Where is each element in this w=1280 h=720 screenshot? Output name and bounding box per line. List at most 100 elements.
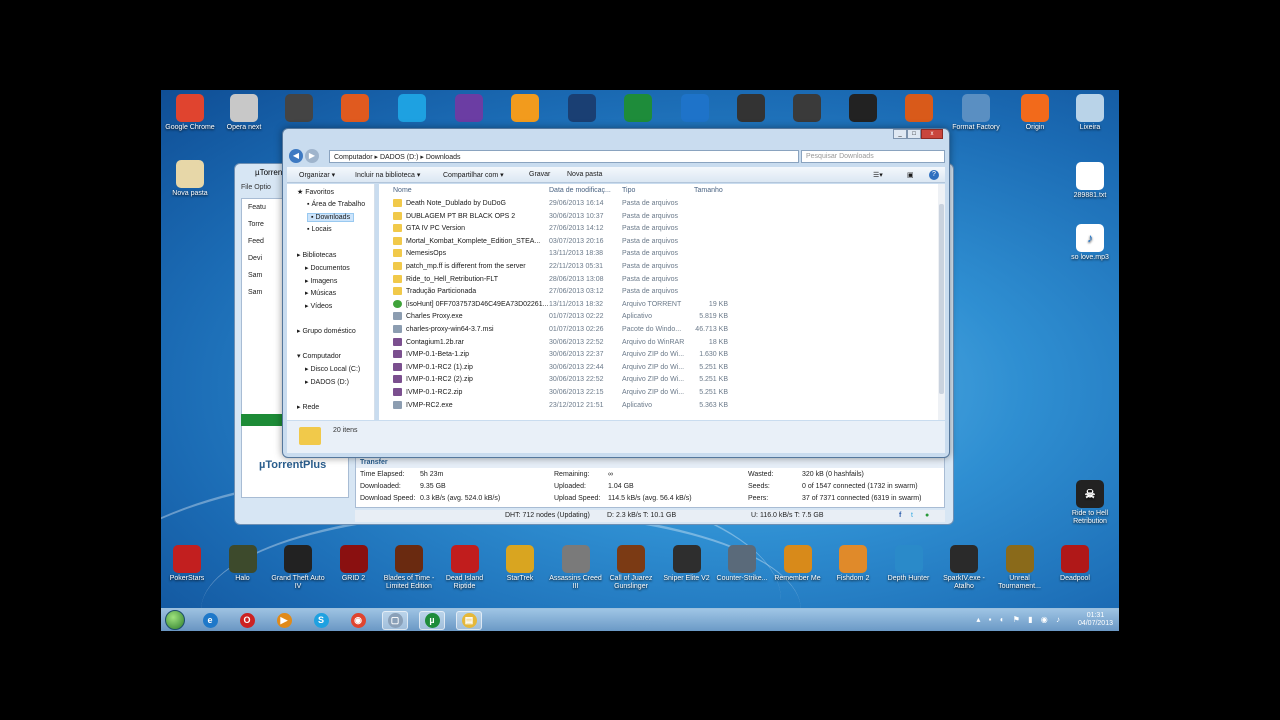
desktop-icon[interactable] (383, 94, 441, 124)
file-row[interactable]: IVMP-0.1-RC2 (2).zip 30/06/2013 22:52 Arqu… (379, 374, 939, 386)
burn-button[interactable]: Gravar (529, 171, 550, 178)
desktop-icon-game[interactable]: Counter-Strike... (713, 545, 771, 583)
desktop-icon[interactable] (778, 94, 836, 124)
scrollbar-thumb[interactable] (939, 204, 944, 394)
utorrent-icon[interactable]: µ (419, 611, 445, 630)
tree-network[interactable]: ▸ Rede (297, 403, 319, 411)
desktop-icon[interactable]: Origin (1006, 94, 1064, 132)
start-button[interactable] (165, 610, 185, 630)
address-bar[interactable]: Computador ▸ DADOS (D:) ▸ Downloads (329, 150, 799, 163)
file-row[interactable]: IVMP-0.1-Beta-1.zip 30/06/2013 22:37 Arqui… (379, 349, 939, 361)
tree-music[interactable]: ▸ Músicas (305, 289, 336, 297)
desktop-icon-mp3-file[interactable]: ♪ so love.mp3 (1061, 224, 1119, 262)
search-input[interactable]: Pesquisar Downloads (801, 150, 945, 163)
opera-icon[interactable]: O (234, 611, 260, 630)
skype-icon[interactable]: S (308, 611, 334, 630)
desktop-icon[interactable]: Format Factory (947, 94, 1005, 132)
tree-computer[interactable]: ▾ Computador (297, 352, 341, 360)
maximize-button[interactable]: □ (907, 129, 921, 139)
file-row[interactable]: IVMP-0.1-RC2.zip 30/06/2013 22:15 Arquivo … (379, 387, 939, 399)
explorer-window[interactable]: _ □ x ◀ ▶ Computador ▸ DADOS (D:) ▸ Down… (282, 128, 950, 458)
file-row[interactable]: IVMP-RC2.exe 23/12/2012 21:51 Aplicativo 5.… (379, 400, 939, 412)
scrollbar[interactable] (938, 184, 945, 420)
desktop-icon-game[interactable]: Unreal Tournament... (991, 545, 1049, 591)
column-header-size[interactable]: Tamanho (694, 187, 723, 194)
forward-arrow-icon[interactable]: ▶ (305, 149, 319, 163)
desktop-icon-game[interactable]: Halo (214, 545, 272, 583)
twitter-icon[interactable]: t (911, 512, 913, 519)
file-row[interactable]: Contagium1.2b.rar 30/06/2013 22:52 Arquivo… (379, 337, 939, 349)
column-header-type[interactable]: Tipo (622, 187, 635, 194)
desktop-icon[interactable] (496, 94, 554, 124)
breadcrumb-item[interactable]: DADOS (D:) (380, 154, 419, 161)
utorrent-plus-logo[interactable]: µTorrentPlus (259, 459, 326, 471)
tree-libraries[interactable]: ▸ Bibliotecas (297, 251, 336, 259)
file-row[interactable]: NemesisOps 13/11/2013 18:38 Pasta de arqui… (379, 248, 939, 260)
desktop-icon-game[interactable]: Blades of Time - Limited Edition (380, 545, 438, 591)
tree-desktop[interactable]: ▪ Área de Trabalho (307, 201, 365, 208)
tree-local-disk[interactable]: ▸ Disco Local (C:) (305, 365, 360, 373)
share-with-button[interactable]: Compartilhar com ▾ (443, 171, 504, 179)
file-row[interactable]: Death Note_Dublado by DuDoG 29/06/2013 16… (379, 198, 939, 210)
desktop-icon[interactable]: Lixeira (1061, 94, 1119, 132)
desktop-icon-game[interactable]: Grand Theft Auto IV (269, 545, 327, 591)
file-list[interactable]: Nome Data de modificaç... Tipo Tamanho D… (379, 184, 945, 420)
breadcrumb-item[interactable]: Downloads (426, 154, 461, 161)
clock[interactable]: 01:31 04/07/2013 (1078, 612, 1113, 628)
file-row[interactable]: Tradução Particionada 27/06/2013 03:12 Pas… (379, 286, 939, 298)
file-row[interactable]: GTA IV PC Version 27/06/2013 14:12 Pasta d… (379, 223, 939, 235)
desktop-icon-game[interactable]: SparkIV.exe - Atalho (935, 545, 993, 591)
chrome-icon[interactable]: ◉ (345, 611, 371, 630)
desktop-icon[interactable]: Google Chrome (161, 94, 219, 132)
ie-icon[interactable]: e (197, 611, 223, 630)
tree-videos[interactable]: ▸ Vídeos (305, 302, 332, 310)
tree-recent-places[interactable]: ▪ Locais (307, 226, 332, 233)
desktop-icon[interactable] (326, 94, 384, 124)
file-row[interactable]: patch_mp.ff is different from the server… (379, 261, 939, 273)
desktop-icon[interactable] (270, 94, 328, 124)
tree-pictures[interactable]: ▸ Imagens (305, 277, 337, 285)
back-arrow-icon[interactable]: ◀ (289, 149, 303, 163)
desktop-icon[interactable] (440, 94, 498, 124)
desktop-icon-game[interactable]: PokerStars (161, 545, 216, 583)
preview-pane-icon[interactable]: ▣ (907, 171, 914, 179)
desktop-icon-game[interactable]: Depth Hunter (880, 545, 938, 583)
desktop-icon-ride-to-hell[interactable]: ☠ Ride to Hell Retribution (1061, 480, 1119, 526)
desktop-icon-game[interactable]: Sniper Elite V2 (658, 545, 716, 583)
system-tray[interactable]: ▴ ▪ ◐ ⚑ ▮ ◉ ♪ (976, 615, 1063, 624)
new-folder-button[interactable]: Nova pasta (567, 171, 602, 178)
folder-icon[interactable]: ▤ (456, 611, 482, 630)
organize-button[interactable]: Organizar ▾ (299, 171, 335, 179)
tree-documents[interactable]: ▸ Documentos (305, 264, 350, 272)
file-row[interactable]: IVMP-0.1-RC2 (1).zip 30/06/2013 22:44 Arqu… (379, 362, 939, 374)
desktop-icon[interactable] (890, 94, 948, 124)
file-row[interactable]: Mortal_Kombat_Komplete_Edition_STEA... 03… (379, 236, 939, 248)
column-header-name[interactable]: Nome (393, 187, 412, 194)
desktop-icon[interactable]: Opera next (215, 94, 273, 132)
file-row[interactable]: DUBLAGEM PT BR BLACK OPS 2 30/06/2013 10:… (379, 211, 939, 223)
desktop-icon-game[interactable]: Remember Me (769, 545, 827, 583)
breadcrumb-item[interactable]: Computador (334, 154, 373, 161)
desktop-icon[interactable] (722, 94, 780, 124)
desktop-icon[interactable] (609, 94, 667, 124)
media-player-icon[interactable]: ▶ (271, 611, 297, 630)
file-row[interactable]: Ride_to_Hell_Retribution-FLT 28/06/2013 1… (379, 274, 939, 286)
desktop-icon-txt-file[interactable]: 289881.txt (1061, 162, 1119, 200)
minimize-button[interactable]: _ (893, 129, 907, 139)
utorrent-menu[interactable]: File Optio (241, 184, 271, 191)
desktop-icon-game[interactable]: StarTrek (491, 545, 549, 583)
desktop-icon[interactable] (834, 94, 892, 124)
view-options-icon[interactable]: ☰▾ (873, 171, 883, 179)
tree-data-drive[interactable]: ▸ DADOS (D:) (305, 378, 349, 386)
column-header-date[interactable]: Data de modificaç... (549, 187, 611, 194)
file-row[interactable]: charles-proxy-win64-3.7.msi 01/07/2013 02… (379, 324, 939, 336)
app-icon[interactable]: ▢ (382, 611, 408, 630)
file-row[interactable]: [isoHunt] 0FF7037573D46C49EA73D02261... 1… (379, 299, 939, 311)
tree-homegroup[interactable]: ▸ Grupo doméstico (297, 327, 356, 335)
include-library-button[interactable]: Incluir na biblioteca ▾ (355, 171, 420, 179)
desktop-icon-game[interactable]: Fishdom 2 (824, 545, 882, 583)
desktop-icon-nova-pasta[interactable]: Nova pasta (161, 160, 219, 198)
desktop-icon-game[interactable]: Assassins Creed III (547, 545, 605, 591)
tree-downloads[interactable]: ▪ Downloads (307, 213, 355, 222)
file-row[interactable]: Charles Proxy.exe 01/07/2013 02:22 Aplicat… (379, 311, 939, 323)
